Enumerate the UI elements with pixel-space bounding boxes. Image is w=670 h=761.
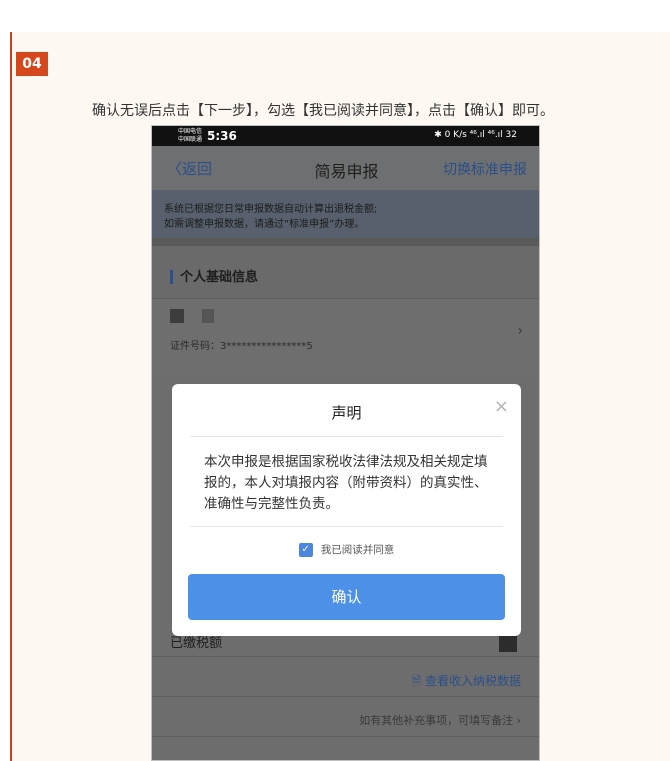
id-number: 证件号码：3****************5 <box>170 341 313 352</box>
agree-checkbox[interactable]: ✓ <box>298 543 313 557</box>
document-icon: 🗎 <box>411 674 425 688</box>
divider <box>190 526 503 527</box>
switch-standard-button[interactable]: 切换标准申报 <box>443 159 527 179</box>
declaration-modal: 声明 × 本次申报是根据国家税收法律法规及相关规定填报的，本人对填报内容（附带资… <box>172 384 521 636</box>
divider <box>190 436 503 437</box>
section-accent-bar <box>170 270 173 284</box>
chevron-right-icon: › <box>517 323 523 339</box>
view-tax-data-link[interactable]: 🗎 查看收入纳税数据 <box>412 672 521 693</box>
notice-line-1: 系统已根据您日常申报数据自动计算出退税金额; <box>164 204 378 215</box>
section-title: 个人基础信息 <box>180 270 259 285</box>
notice-banner: 系统已根据您日常申报数据自动计算出退税金额; 如需调整申报数据，请通过“标准申报… <box>152 190 539 238</box>
carrier-line-2: 中国联通 <box>178 136 203 143</box>
divider <box>152 656 539 657</box>
nav-bar: 〈返回 简易申报 切换标准申报 <box>152 146 539 190</box>
remark-label: 如有其他补充事项，可填写备注 <box>359 714 514 727</box>
close-icon[interactable]: × <box>494 396 509 417</box>
remark-link[interactable]: 如有其他补充事项，可填写备注 › <box>359 712 521 728</box>
agree-label: 我已阅读并同意 <box>320 544 395 556</box>
confirm-button[interactable]: 确认 <box>188 574 505 620</box>
divider <box>152 696 539 697</box>
declaration-text: 本次申报是根据国家税收法律法规及相关规定填报的，本人对填报内容（附带资料）的真实… <box>204 454 488 512</box>
article-page: 04 确认无误后点击【下一步】，勾选【我已阅读并同意】，点击【确认】即可。 中国… <box>0 0 670 761</box>
blurred-name-2 <box>202 309 214 323</box>
agree-checkbox-row[interactable]: ✓ 我已阅读并同意 <box>172 542 521 557</box>
divider <box>152 736 539 737</box>
status-time: 5:36 <box>207 129 237 143</box>
status-icons: ✱ 0 K/s ⁴⁶.ıl ⁴⁶.ıl 32 <box>434 130 517 140</box>
carrier-line-1: 中国电信 <box>178 128 203 135</box>
chevron-right-icon: › <box>513 714 521 727</box>
instruction-text: 确认无误后点击【下一步】，勾选【我已阅读并同意】，点击【确认】即可。 <box>92 103 554 119</box>
blurred-name <box>170 309 184 323</box>
status-bar: 中国电信 中国联通 5:36 ✱ 0 K/s ⁴⁶.ıl ⁴⁶.ıl 32 <box>152 126 539 146</box>
phone-screenshot: 中国电信 中国联通 5:36 ✱ 0 K/s ⁴⁶.ıl ⁴⁶.ıl 32 〈返… <box>151 125 540 761</box>
step-number-badge: 04 <box>16 52 48 76</box>
notice-line-2: 如需调整申报数据，请通过“标准申报”办理。 <box>164 219 365 230</box>
modal-title: 声明 <box>331 404 362 422</box>
section-header: 个人基础信息 <box>152 238 539 298</box>
view-tax-data-label: 查看收入纳税数据 <box>424 674 521 688</box>
identity-row[interactable]: 证件号码：3****************5 › <box>152 298 539 374</box>
carrier-info: 中国电信 中国联通 <box>178 128 202 144</box>
